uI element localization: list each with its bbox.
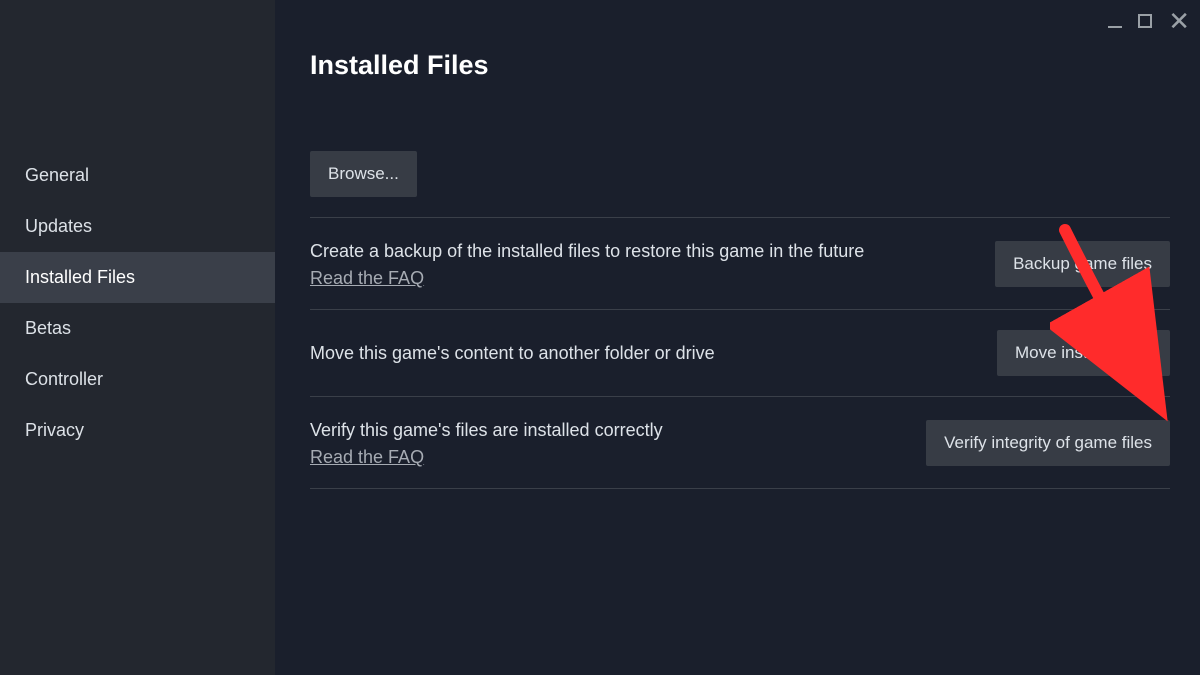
row-move-text: Move this game's content to another fold… bbox=[310, 340, 715, 366]
sidebar-item-privacy[interactable]: Privacy bbox=[0, 405, 275, 456]
sidebar: General Updates Installed Files Betas Co… bbox=[0, 0, 275, 675]
backup-description: Create a backup of the installed files t… bbox=[310, 238, 864, 264]
move-button[interactable]: Move install folder bbox=[997, 330, 1170, 376]
move-description: Move this game's content to another fold… bbox=[310, 340, 715, 366]
window-controls: ✕ bbox=[1108, 8, 1190, 34]
row-backup-text: Create a backup of the installed files t… bbox=[310, 238, 864, 289]
backup-faq-link[interactable]: Read the FAQ bbox=[310, 268, 424, 289]
sidebar-item-betas[interactable]: Betas bbox=[0, 303, 275, 354]
row-backup: Create a backup of the installed files t… bbox=[310, 218, 1170, 310]
row-verify: Verify this game's files are installed c… bbox=[310, 397, 1170, 489]
maximize-icon[interactable] bbox=[1138, 10, 1152, 32]
verify-faq-link[interactable]: Read the FAQ bbox=[310, 447, 424, 468]
sidebar-item-controller[interactable]: Controller bbox=[0, 354, 275, 405]
main-panel: ✕ Installed Files Browse... Create a bac… bbox=[275, 0, 1200, 675]
close-icon[interactable]: ✕ bbox=[1168, 8, 1190, 34]
row-move: Move this game's content to another fold… bbox=[310, 310, 1170, 397]
minimize-icon[interactable] bbox=[1108, 10, 1122, 32]
row-browse: Browse... bbox=[310, 131, 1170, 218]
browse-button[interactable]: Browse... bbox=[310, 151, 417, 197]
sidebar-item-installed-files[interactable]: Installed Files bbox=[0, 252, 275, 303]
page-title: Installed Files bbox=[310, 50, 1170, 81]
sidebar-item-updates[interactable]: Updates bbox=[0, 201, 275, 252]
row-verify-text: Verify this game's files are installed c… bbox=[310, 417, 663, 468]
sidebar-item-general[interactable]: General bbox=[0, 150, 275, 201]
backup-button[interactable]: Backup game files bbox=[995, 241, 1170, 287]
verify-button[interactable]: Verify integrity of game files bbox=[926, 420, 1170, 466]
verify-description: Verify this game's files are installed c… bbox=[310, 417, 663, 443]
